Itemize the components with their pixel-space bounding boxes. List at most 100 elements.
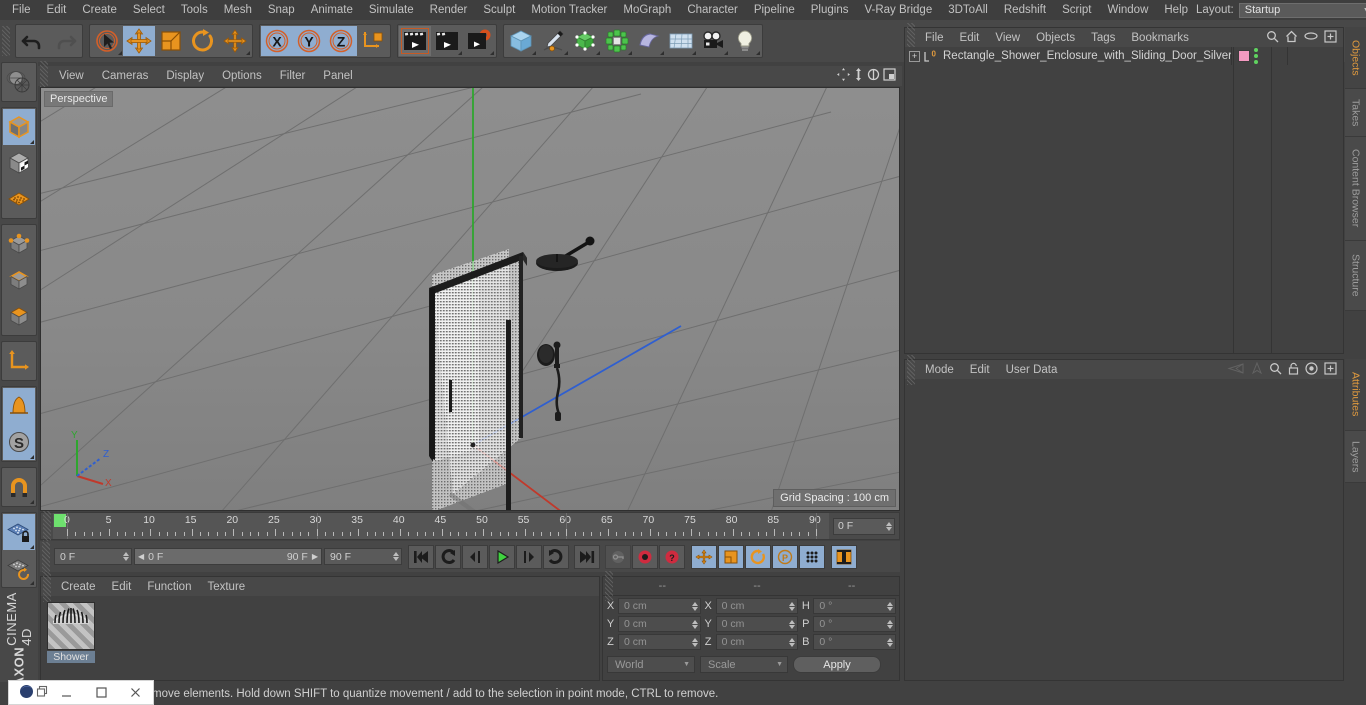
playbar-grip[interactable] bbox=[42, 541, 50, 572]
spinner-icon[interactable] bbox=[691, 637, 698, 647]
viewport-menu-filter[interactable]: Filter bbox=[271, 70, 315, 82]
play-reverse-loop-icon[interactable] bbox=[435, 544, 461, 569]
menu-item-animate[interactable]: Animate bbox=[303, 0, 361, 20]
attribute-menu-user-data[interactable]: User Data bbox=[998, 364, 1066, 376]
add-icon[interactable] bbox=[1324, 361, 1337, 378]
material-tag-icon[interactable] bbox=[1238, 50, 1250, 62]
current-frame-input[interactable]: 0 F bbox=[54, 548, 132, 565]
tab-takes[interactable]: Takes bbox=[1345, 89, 1366, 137]
rot-b-input[interactable]: 0 ° bbox=[813, 634, 897, 650]
target-icon[interactable] bbox=[1305, 361, 1318, 378]
toolbar-grip[interactable] bbox=[2, 26, 10, 56]
texture-mode-icon[interactable] bbox=[3, 145, 35, 181]
menu-item-edit[interactable]: Edit bbox=[39, 0, 75, 20]
object-menu-edit[interactable]: Edit bbox=[952, 32, 988, 44]
enable-snap-icon[interactable]: S bbox=[3, 424, 35, 460]
object-tag-column[interactable] bbox=[1231, 47, 1287, 65]
spinner-icon[interactable] bbox=[691, 619, 698, 629]
spinner-icon[interactable] bbox=[789, 619, 796, 629]
object-menu-tags[interactable]: Tags bbox=[1083, 32, 1123, 44]
material-menu-edit[interactable]: Edit bbox=[104, 581, 140, 593]
step-back-icon[interactable] bbox=[462, 544, 488, 569]
attribute-manager-grip[interactable] bbox=[907, 354, 915, 385]
size-z-input[interactable]: 0 cm bbox=[715, 634, 799, 650]
render-region-icon[interactable] bbox=[431, 26, 463, 56]
tab-layers[interactable]: Layers bbox=[1345, 431, 1366, 483]
menu-item-file[interactable]: File bbox=[4, 0, 39, 20]
object-layer-column[interactable] bbox=[1287, 47, 1343, 65]
search-icon[interactable] bbox=[1269, 362, 1282, 378]
step-forward-icon[interactable] bbox=[516, 544, 542, 569]
menu-item-character[interactable]: Character bbox=[679, 0, 746, 20]
spinner-icon[interactable] bbox=[393, 552, 399, 561]
pin-icon[interactable] bbox=[1251, 361, 1263, 377]
play-icon[interactable] bbox=[489, 544, 515, 569]
object-tree[interactable]: + 0 Rectangle_Shower_Enclosure_with_Slid… bbox=[905, 47, 1343, 353]
prev-icon[interactable] bbox=[1227, 362, 1245, 377]
array-cloner-icon[interactable] bbox=[601, 26, 633, 56]
end-frame-input[interactable]: 90 F bbox=[324, 548, 402, 565]
spinner-icon[interactable] bbox=[789, 601, 796, 611]
menu-item-motion-tracker[interactable]: Motion Tracker bbox=[523, 0, 615, 20]
minimize-button[interactable] bbox=[49, 680, 84, 705]
apply-button[interactable]: Apply bbox=[793, 656, 881, 673]
point-level-anim-icon[interactable] bbox=[799, 544, 825, 569]
viewport-solo-icon[interactable] bbox=[3, 388, 35, 424]
menu-item-3dtoall[interactable]: 3DToAll bbox=[940, 0, 996, 20]
menu-item-redshift[interactable]: Redshift bbox=[996, 0, 1054, 20]
object-menu-file[interactable]: File bbox=[917, 32, 952, 44]
size-y-input[interactable]: 0 cm bbox=[715, 616, 799, 632]
render-view-icon[interactable] bbox=[399, 26, 431, 56]
material-menu-create[interactable]: Create bbox=[53, 581, 104, 593]
tab-objects[interactable]: Objects bbox=[1345, 27, 1366, 89]
edge-mode-icon[interactable] bbox=[3, 262, 35, 298]
record-keyframe-icon[interactable] bbox=[632, 544, 658, 569]
object-axis-icon[interactable] bbox=[3, 343, 35, 379]
attribute-menu-edit[interactable]: Edit bbox=[962, 364, 998, 376]
move-icon[interactable] bbox=[123, 26, 155, 56]
autokey-icon[interactable] bbox=[605, 544, 631, 569]
close-button[interactable] bbox=[118, 680, 153, 705]
attribute-body[interactable] bbox=[905, 379, 1343, 680]
add-icon[interactable] bbox=[1324, 29, 1337, 46]
rotate-icon[interactable] bbox=[187, 26, 219, 56]
make-editable-icon[interactable] bbox=[3, 64, 35, 100]
selection-tag-icon[interactable] bbox=[1254, 48, 1258, 64]
spinner-icon[interactable] bbox=[887, 637, 894, 647]
live-selection-icon[interactable] bbox=[91, 26, 123, 56]
rotate-icon[interactable] bbox=[867, 68, 880, 84]
material-thumbnail[interactable] bbox=[47, 602, 95, 650]
tab-attributes[interactable]: Attributes bbox=[1345, 359, 1366, 431]
viewport-menu-view[interactable]: View bbox=[50, 70, 93, 82]
tab-structure[interactable]: Structure bbox=[1345, 241, 1366, 311]
scale-key-icon[interactable] bbox=[718, 544, 744, 569]
menu-item-mesh[interactable]: Mesh bbox=[216, 0, 260, 20]
spinner-icon[interactable] bbox=[123, 552, 129, 561]
menu-item-tools[interactable]: Tools bbox=[173, 0, 216, 20]
scale-icon[interactable] bbox=[155, 26, 187, 56]
model-mode-icon[interactable] bbox=[3, 109, 35, 145]
menu-item-vray-bridge[interactable]: V-Ray Bridge bbox=[856, 0, 940, 20]
menu-item-render[interactable]: Render bbox=[422, 0, 476, 20]
spinner-icon[interactable] bbox=[886, 521, 892, 531]
object-menu-objects[interactable]: Objects bbox=[1028, 32, 1083, 44]
undo-icon[interactable] bbox=[17, 26, 49, 56]
cube-primitive-icon[interactable] bbox=[505, 26, 537, 56]
search-icon[interactable] bbox=[1266, 30, 1279, 46]
point-mode-icon[interactable] bbox=[3, 226, 35, 262]
menu-item-simulate[interactable]: Simulate bbox=[361, 0, 422, 20]
layout-dropdown[interactable]: Startup ▼ bbox=[1238, 2, 1366, 18]
viewport-menu-panel[interactable]: Panel bbox=[314, 70, 361, 82]
attribute-menu-mode[interactable]: Mode bbox=[917, 364, 962, 376]
range-right-arrow-icon[interactable]: ▶ bbox=[312, 552, 318, 561]
polygon-mode-icon[interactable] bbox=[3, 298, 35, 334]
rot-h-input[interactable]: 0 ° bbox=[813, 598, 897, 614]
environment-floor-icon[interactable] bbox=[665, 26, 697, 56]
menu-item-plugins[interactable]: Plugins bbox=[803, 0, 857, 20]
home-icon[interactable] bbox=[1285, 30, 1298, 46]
rotation-key-icon[interactable] bbox=[745, 544, 771, 569]
menu-item-sculpt[interactable]: Sculpt bbox=[475, 0, 523, 20]
zoom-icon[interactable] bbox=[853, 68, 864, 84]
lock-icon[interactable] bbox=[1288, 362, 1299, 378]
magnet-icon[interactable] bbox=[3, 469, 35, 505]
